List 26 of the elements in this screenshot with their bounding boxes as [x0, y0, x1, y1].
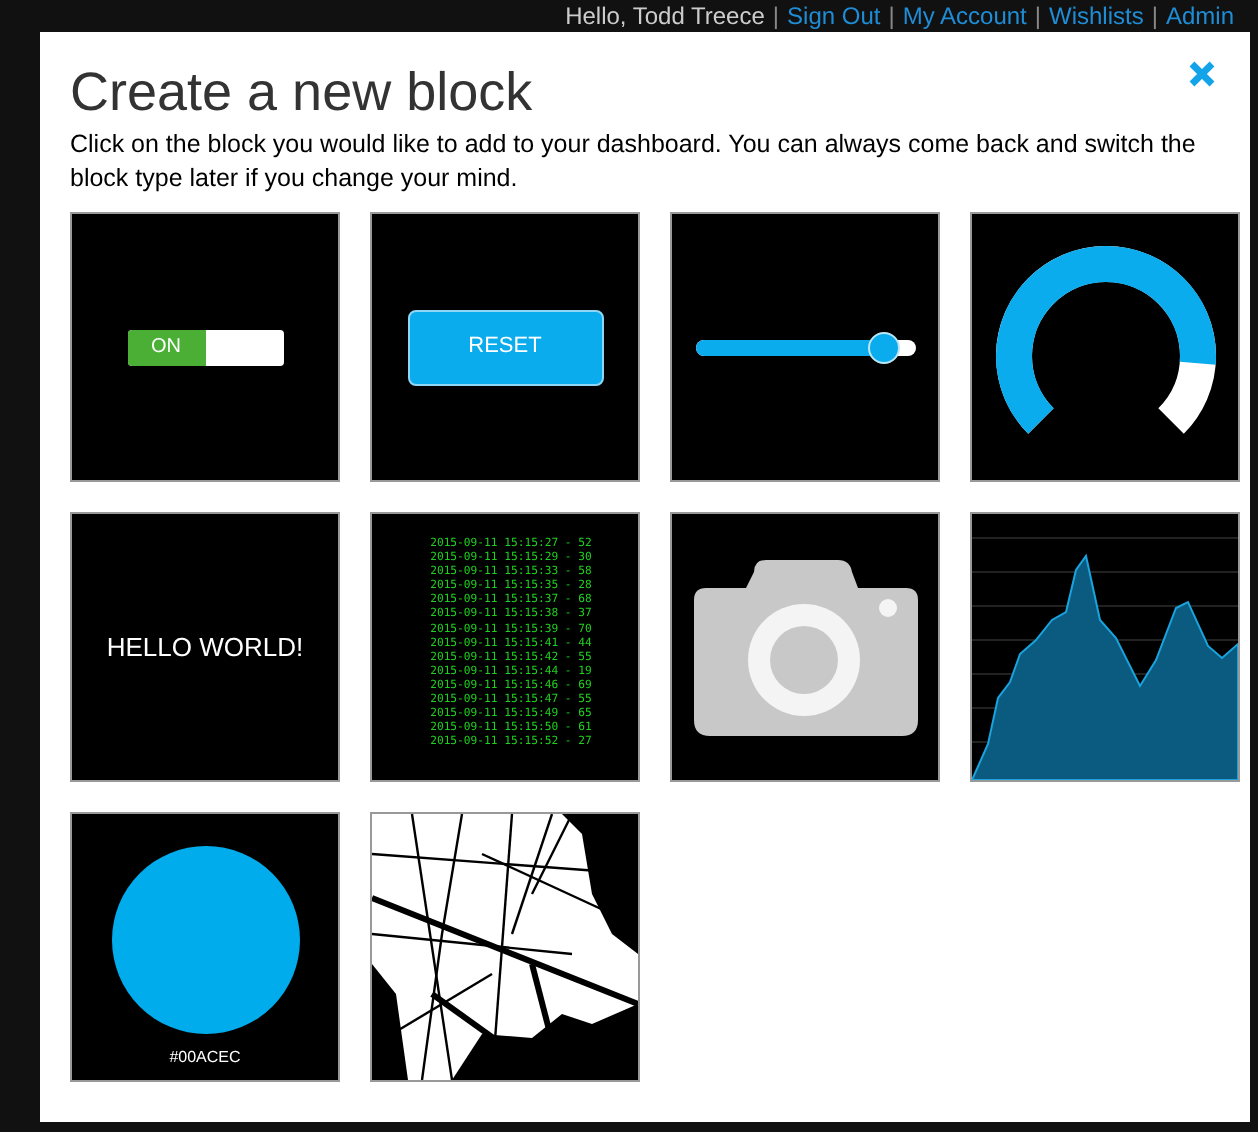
hello-text: HELLO WORLD!: [106, 629, 304, 666]
block-tile[interactable]: [970, 212, 1240, 482]
header-link[interactable]: Wishlists: [1049, 0, 1144, 32]
block-tile[interactable]: [670, 512, 940, 782]
close-icon: [1188, 60, 1216, 88]
toggle-switch[interactable]: ON: [127, 329, 283, 365]
block-tile[interactable]: ON: [70, 212, 340, 482]
separator-text: |: [1151, 0, 1158, 32]
block-tile[interactable]: [370, 512, 640, 782]
header-link[interactable]: My Account: [902, 0, 1027, 32]
dialog-title: Create a new block: [70, 60, 533, 124]
greeting-text: Hello, Todd Treece: [565, 0, 765, 32]
dialog-description: Click on the block you would like to add to your dashboard. You can always come back and switch the block type later if you change your mind.: [70, 128, 1198, 196]
color-code: #00ACEC: [169, 1045, 241, 1069]
header-link[interactable]: Sign Out: [787, 0, 881, 32]
header-link[interactable]: Admin: [1165, 0, 1234, 32]
separator-text: |: [888, 0, 895, 32]
separator-text: |: [1034, 0, 1042, 32]
toggle-label: ON: [127, 329, 205, 365]
separator-text: |: [772, 0, 780, 32]
close-button[interactable]: [1188, 60, 1216, 88]
block-tile[interactable]: HELLO WORLD!: [70, 512, 340, 782]
block-tile[interactable]: [670, 212, 940, 482]
camera-icon: [689, 555, 921, 739]
slider-thumb[interactable]: [868, 331, 901, 363]
block-tile[interactable]: #00ACEC: [70, 812, 340, 1082]
